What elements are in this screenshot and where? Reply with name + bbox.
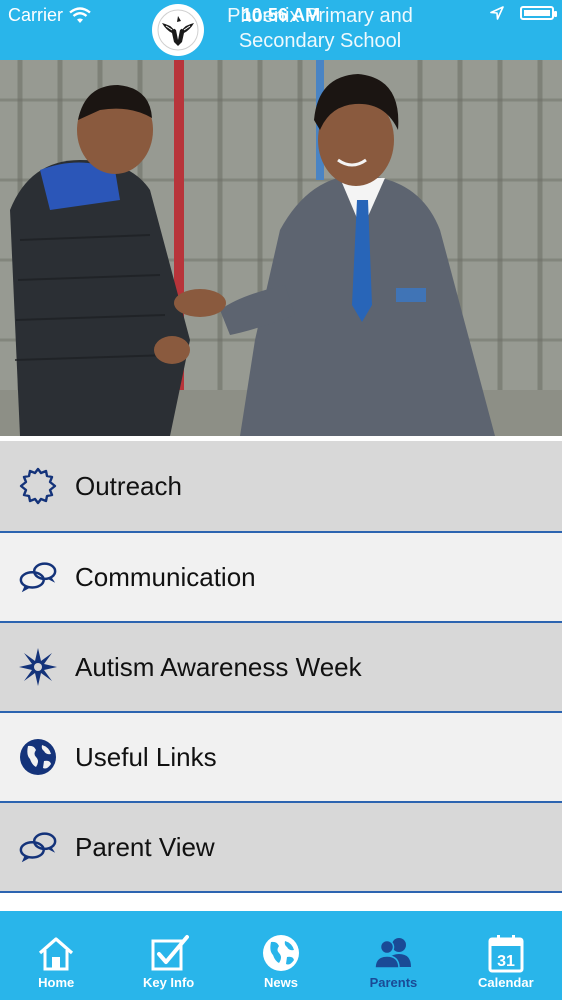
students-photo bbox=[0, 60, 562, 436]
menu-item-autism-awareness-week[interactable]: Autism Awareness Week bbox=[0, 623, 562, 713]
starburst-icon bbox=[18, 647, 58, 687]
checkbox-icon bbox=[151, 935, 189, 971]
tab-bar: Home Key Info News Parents 31 Calendar bbox=[0, 911, 562, 1000]
tab-label: Calendar bbox=[478, 975, 534, 990]
location-arrow-icon bbox=[490, 6, 504, 20]
menu-item-communication[interactable]: Communication bbox=[0, 533, 562, 623]
tab-label: Home bbox=[38, 975, 75, 990]
menu-label: Autism Awareness Week bbox=[75, 651, 362, 682]
eagle-crest-icon bbox=[157, 9, 199, 51]
tab-parents[interactable]: Parents bbox=[337, 911, 449, 1000]
calendar-icon: 31 bbox=[488, 935, 524, 973]
app-title-line2: Secondary School bbox=[238, 30, 402, 52]
menu-label: Useful Links bbox=[75, 741, 217, 772]
speech-bubbles-icon bbox=[18, 827, 58, 867]
people-icon bbox=[374, 938, 412, 969]
status-time: 10:56 AM bbox=[241, 5, 321, 25]
menu-label: Parent View bbox=[75, 831, 215, 862]
tab-label: Parents bbox=[369, 975, 418, 990]
tab-calendar[interactable]: 31 Calendar bbox=[450, 911, 562, 1000]
tab-news[interactable]: News bbox=[225, 911, 337, 1000]
tab-label: Key Info bbox=[142, 975, 195, 990]
menu-label: Communication bbox=[75, 561, 256, 592]
school-logo bbox=[152, 4, 204, 56]
tab-label: News bbox=[264, 975, 298, 990]
calendar-day-number: 31 bbox=[497, 953, 515, 970]
house-icon bbox=[39, 937, 74, 971]
speech-bubbles-icon bbox=[18, 557, 58, 597]
menu-item-outreach[interactable]: Outreach bbox=[0, 441, 562, 533]
parents-menu: Outreach Communication Autism Awareness … bbox=[0, 441, 562, 893]
menu-item-parent-view[interactable]: Parent View bbox=[0, 803, 562, 893]
badge-icon bbox=[18, 466, 58, 506]
battery-icon bbox=[520, 6, 557, 20]
globe-icon bbox=[18, 737, 58, 777]
menu-label: Outreach bbox=[75, 470, 182, 501]
status-right bbox=[490, 6, 557, 20]
hero-photo bbox=[0, 60, 562, 436]
tab-home[interactable]: Home bbox=[0, 911, 112, 1000]
header-bar: Carrier Phoenix Primary and Secondary Sc… bbox=[0, 0, 562, 60]
globe-icon bbox=[263, 935, 300, 971]
tab-key-info[interactable]: Key Info bbox=[112, 911, 224, 1000]
menu-item-useful-links[interactable]: Useful Links bbox=[0, 713, 562, 803]
